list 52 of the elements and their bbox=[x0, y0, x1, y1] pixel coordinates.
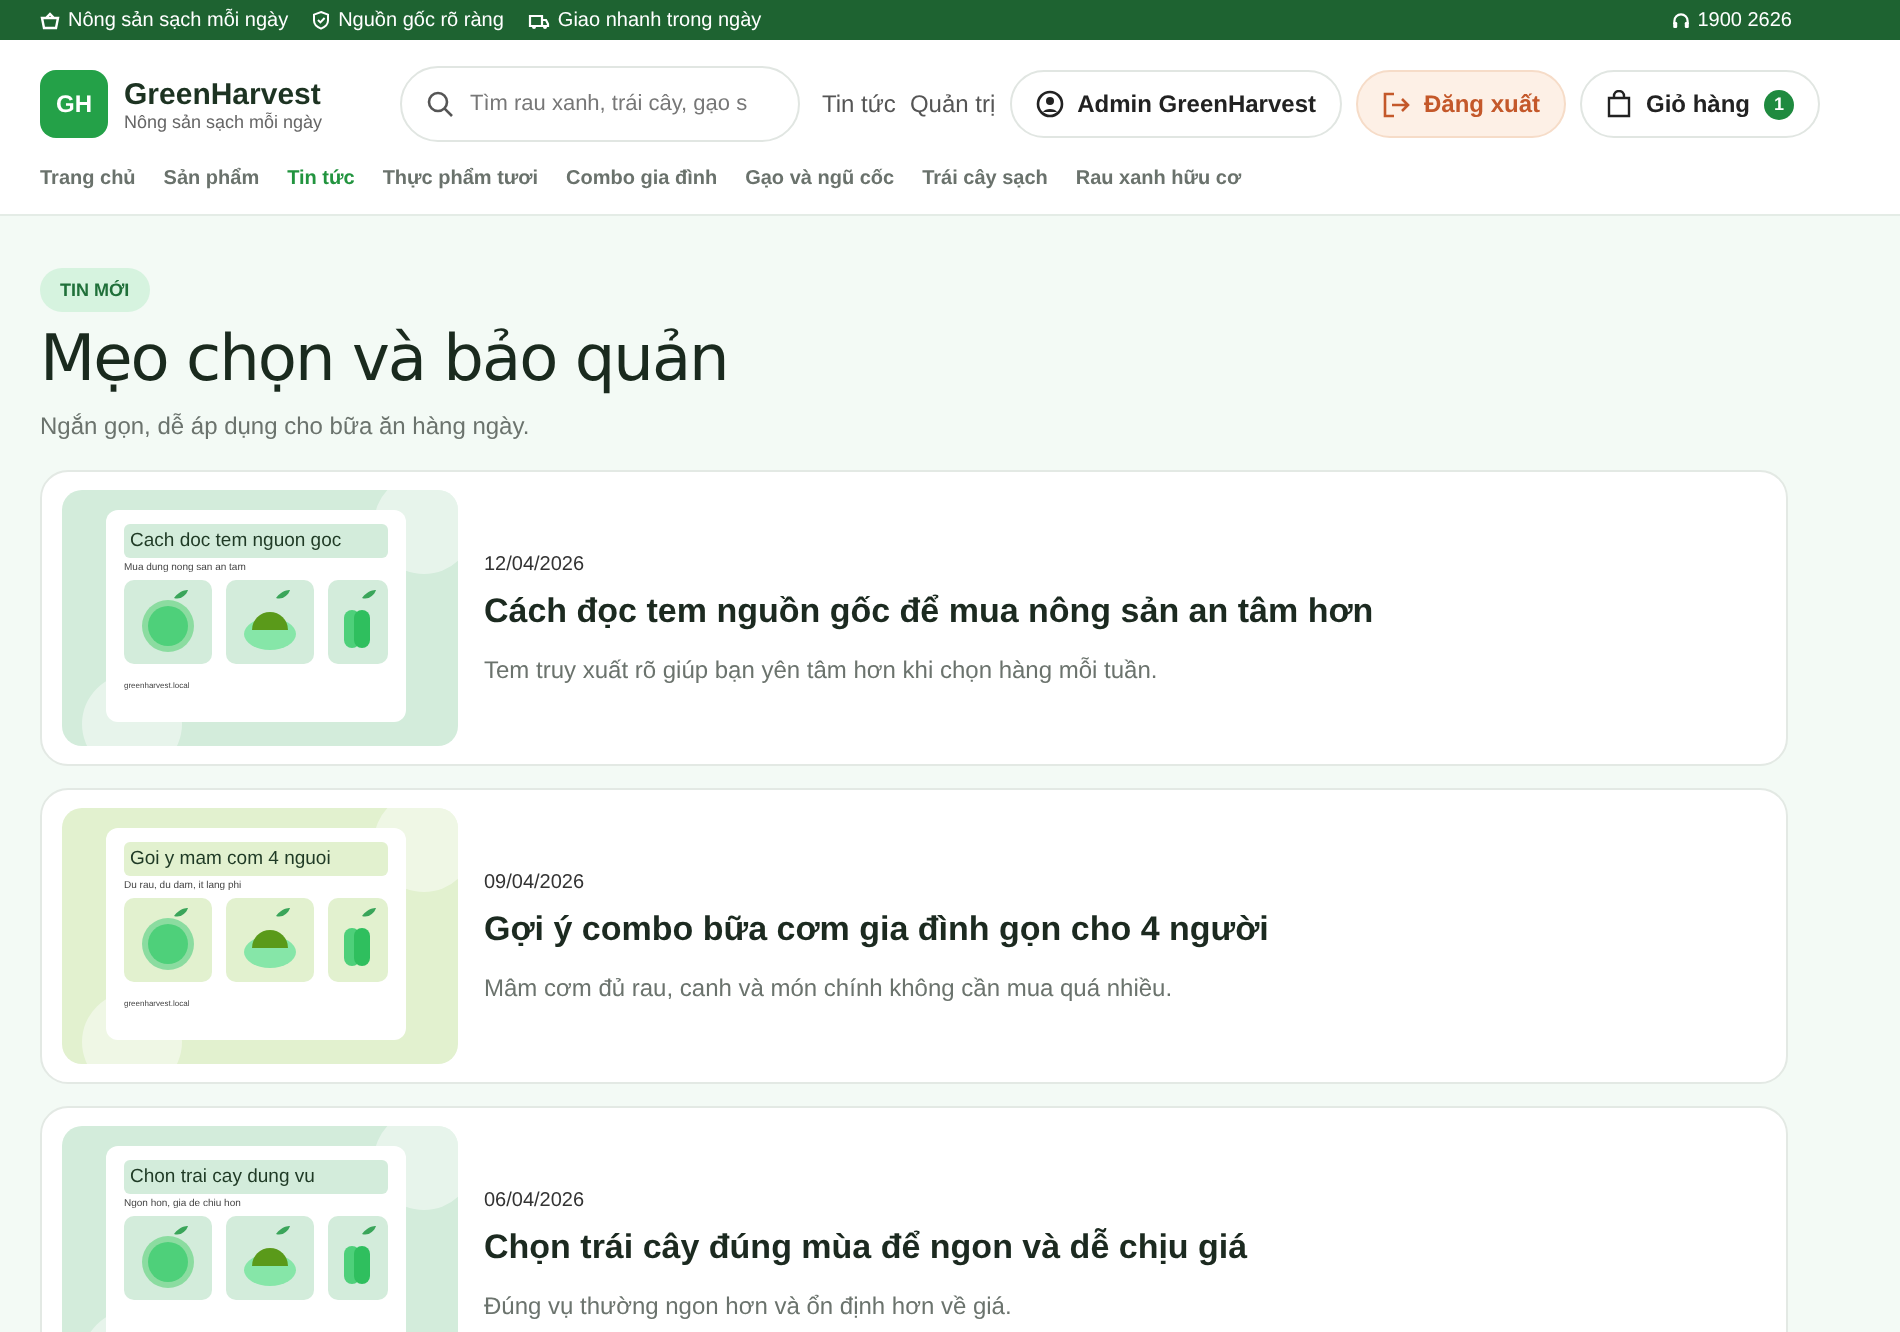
user-icon bbox=[1035, 90, 1064, 118]
user-button[interactable]: Admin GreenHarvest bbox=[1009, 70, 1342, 138]
section-badge: TIN MỚI bbox=[40, 268, 150, 312]
article-summary: Đúng vụ thường ngon hơn và ổn định hơn về giá. bbox=[484, 1291, 1012, 1319]
apple-tile-icon bbox=[124, 1216, 212, 1300]
thumbnail-title: Cach doc tem nguon goc bbox=[124, 524, 388, 558]
apple-tile-icon bbox=[124, 580, 212, 664]
brand-tagline: Nông sản sạch mỗi ngày bbox=[124, 111, 323, 131]
cucumber-tile-icon bbox=[328, 580, 388, 664]
header-link[interactable]: Tin tức bbox=[822, 90, 896, 118]
hotline-text: 1900 2626 bbox=[1697, 9, 1792, 31]
article-title[interactable]: Chọn trái cây đúng mùa để ngon và dễ chịu giá bbox=[484, 1227, 1248, 1267]
logout-button[interactable]: Đăng xuất bbox=[1356, 70, 1567, 138]
thumbnail-title: Chon trai cay dung vu bbox=[124, 1160, 388, 1194]
cart-button[interactable]: Giỏ hàng 1 bbox=[1580, 70, 1821, 138]
headset-icon bbox=[1671, 11, 1690, 29]
thumbnail-title: Goi y mam com 4 nguoi bbox=[124, 842, 388, 876]
nav-link[interactable]: Gạo và ngũ cốc bbox=[745, 168, 895, 190]
cart-count-badge: 1 bbox=[1764, 89, 1795, 119]
shield-icon bbox=[312, 10, 331, 30]
article-summary: Tem truy xuất rõ giúp bạn yên tâm hơn khi chọn hàng mỗi tuần. bbox=[484, 655, 1158, 683]
truck-icon bbox=[527, 11, 550, 29]
nav-link[interactable]: Tin tức bbox=[287, 168, 355, 190]
apple-tile-icon bbox=[124, 898, 212, 982]
bowl-tile-icon bbox=[226, 580, 314, 664]
feature-text: Giao nhanh trong ngày bbox=[557, 9, 762, 31]
page-title: Mẹo chọn và bảo quản bbox=[40, 320, 730, 396]
nav-link[interactable]: Combo gia đình bbox=[566, 168, 718, 190]
nav-link[interactable]: Trang chủ bbox=[40, 168, 136, 190]
shopping-bag-icon bbox=[1606, 90, 1633, 118]
feature-text: Nguồn gốc rõ ràng bbox=[338, 9, 504, 31]
basket-icon bbox=[40, 11, 60, 29]
page-subtitle: Ngắn gọn, dễ áp dụng cho bữa ăn hàng ngày. bbox=[40, 412, 532, 440]
article-date: 06/04/2026 bbox=[484, 1189, 585, 1211]
cucumber-tile-icon bbox=[328, 1216, 388, 1300]
nav-link[interactable]: Trái cây sạch bbox=[922, 168, 1048, 190]
brand-name[interactable]: GreenHarvest bbox=[124, 77, 323, 111]
bowl-tile-icon bbox=[226, 898, 314, 982]
nav-link[interactable]: Sản phẩm bbox=[163, 168, 260, 190]
feature-text: Nông sản sạch mỗi ngày bbox=[68, 9, 289, 31]
search-field[interactable]: Tìm rau xanh, trái cây, gạo s bbox=[400, 66, 800, 142]
bowl-tile-icon bbox=[226, 1216, 314, 1300]
article-date: 12/04/2026 bbox=[484, 553, 585, 575]
nav-link[interactable]: Rau xanh hữu cơ bbox=[1075, 168, 1242, 190]
article-summary: Mâm cơm đủ rau, canh và món chính không cần mua quá nhiều. bbox=[484, 973, 1173, 1001]
nav-link[interactable]: Thực phẩm tươi bbox=[382, 168, 539, 190]
cucumber-tile-icon bbox=[328, 898, 388, 982]
article-date: 09/04/2026 bbox=[484, 871, 585, 893]
article-title[interactable]: Gợi ý combo bữa cơm gia đình gọn cho 4 người bbox=[484, 909, 1269, 949]
header-link[interactable]: Quản trị bbox=[909, 90, 996, 118]
logout-icon bbox=[1382, 91, 1410, 117]
article-title[interactable]: Cách đọc tem nguồn gốc để mua nông sản an tâm hơn bbox=[484, 591, 1374, 631]
